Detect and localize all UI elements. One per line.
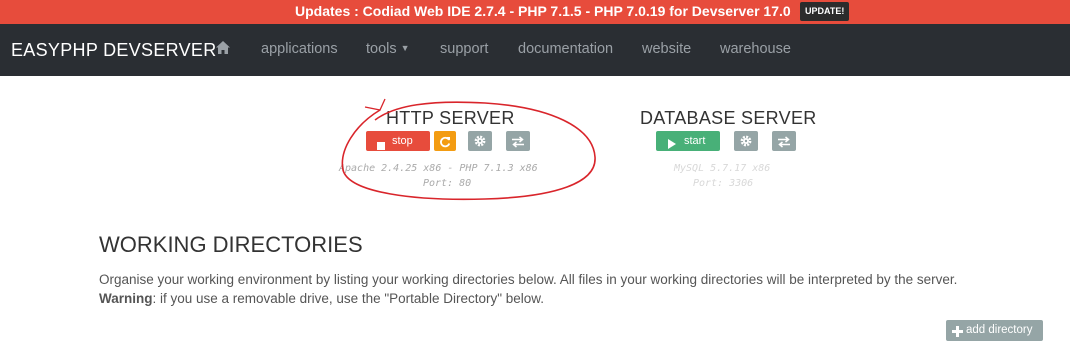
swap-arrows-icon (777, 135, 791, 155)
warning-label: Warning (99, 291, 153, 306)
working-directories-description: Organise your working environment by lis… (99, 272, 958, 287)
working-directories-title: WORKING DIRECTORIES (99, 232, 363, 257)
add-directory-button[interactable]: add directory (946, 320, 1043, 341)
warning-text: : if you use a removable drive, use the … (152, 291, 545, 306)
database-server-title: DATABASE SERVER (640, 108, 817, 128)
main-navbar: EASYPHP DEVSERVER applications tools ▼ s… (0, 24, 1070, 76)
nav-applications[interactable]: applications (261, 41, 338, 57)
caret-down-icon: ▼ (400, 43, 410, 53)
gear-icon (739, 134, 753, 155)
update-bar: Updates : Codiad Web IDE 2.7.4 - PHP 7.1… (0, 0, 1070, 24)
nav-tools-label: tools (366, 41, 397, 57)
db-server-port: Port: 3306 (693, 178, 754, 189)
nav-warehouse[interactable]: warehouse (720, 41, 791, 57)
db-server-version: MySQL 5.7.17 x86 (674, 163, 771, 174)
db-start-label: start (684, 135, 706, 147)
nav-website[interactable]: website (642, 41, 691, 57)
update-button[interactable]: UPDATE! (800, 2, 850, 21)
nav-tools[interactable]: tools ▼ (366, 41, 410, 57)
nav-documentation[interactable]: documentation (518, 41, 613, 57)
db-swap-button[interactable] (772, 131, 796, 151)
play-icon (668, 136, 676, 156)
red-annotation-circle (341, 98, 596, 201)
nav-support[interactable]: support (440, 41, 488, 57)
brand-logo[interactable]: EASYPHP DEVSERVER (11, 40, 217, 61)
home-icon[interactable] (215, 40, 231, 60)
working-directories-warning: Warning: if you use a removable drive, u… (99, 291, 544, 306)
update-message: Updates : Codiad Web IDE 2.7.4 - PHP 7.1… (295, 3, 791, 19)
db-start-button[interactable]: start (656, 131, 720, 151)
add-directory-label: add directory (966, 324, 1033, 336)
plus-icon (952, 324, 963, 345)
db-settings-button[interactable] (734, 131, 758, 151)
